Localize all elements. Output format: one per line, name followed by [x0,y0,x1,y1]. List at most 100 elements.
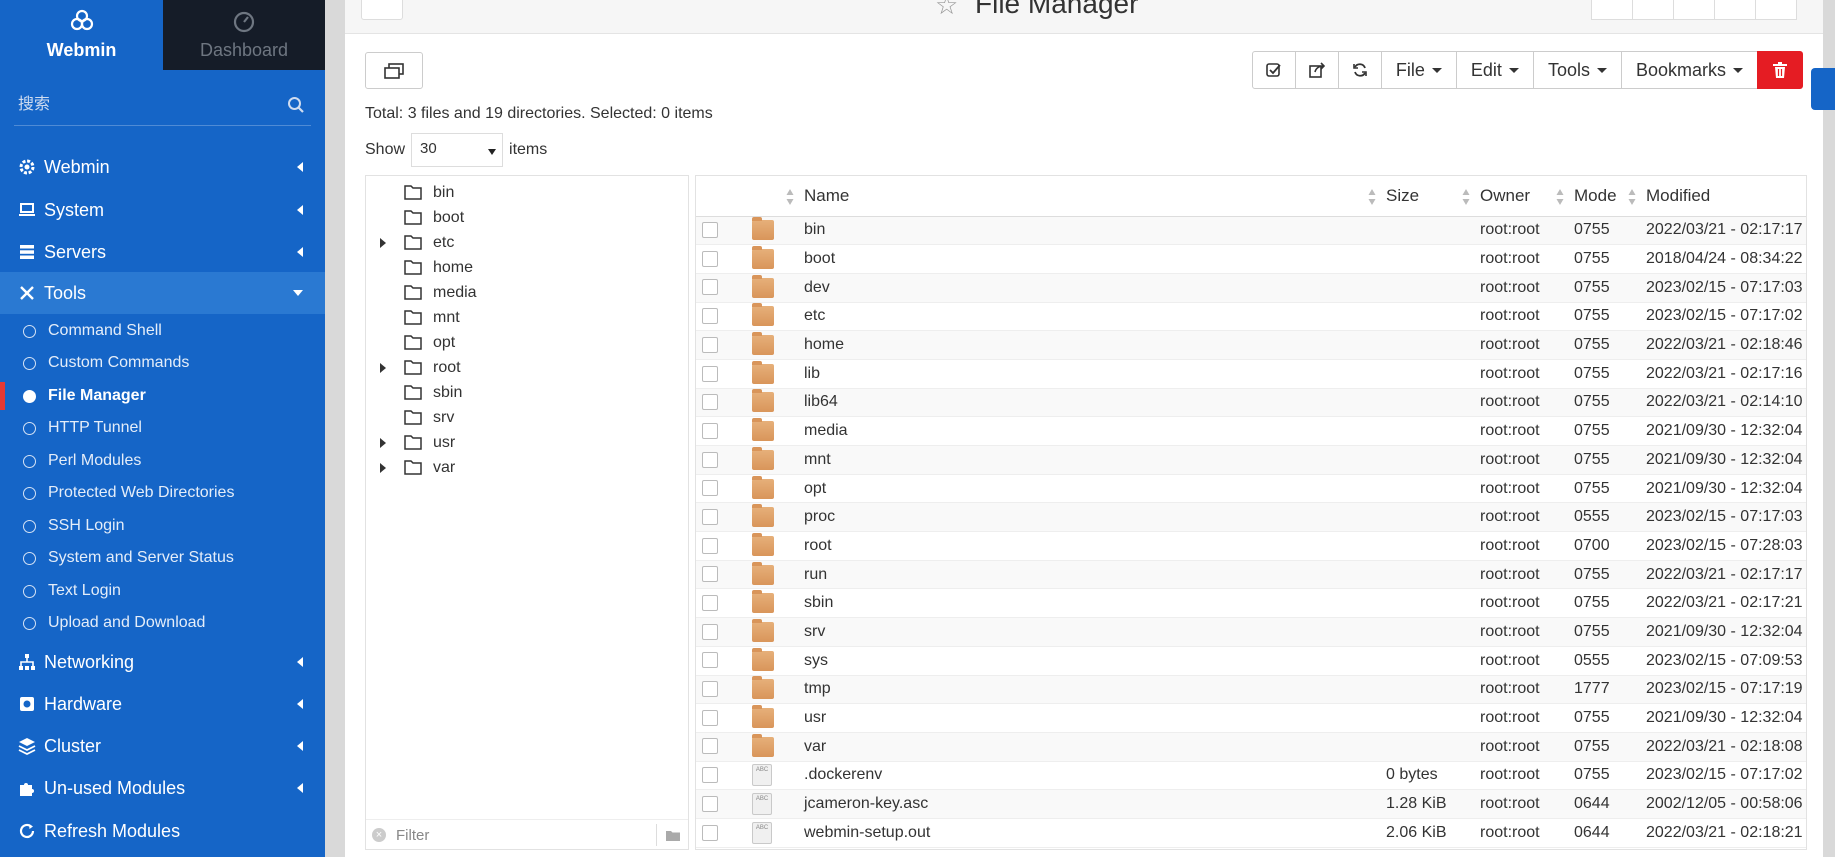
row-checkbox[interactable] [702,795,718,812]
table-row[interactable]: srv root:root 0755 2021/09/30 - 12:32:04 [696,617,1806,647]
row-checkbox[interactable] [702,652,718,669]
submenu-system-server-status[interactable]: System and Server Status [0,542,325,574]
row-checkbox[interactable] [702,250,718,267]
refresh-button[interactable] [1337,51,1382,89]
table-row[interactable]: var root:root 0755 2022/03/21 - 02:18:08 [696,732,1806,762]
submenu-upload-download[interactable]: Upload and Download [0,607,325,639]
bookmarks-menu-button[interactable]: Bookmarks [1620,51,1758,89]
search-input[interactable] [18,88,278,122]
table-row[interactable]: boot root:root 0755 2018/04/24 - 08:34:22 [696,244,1806,274]
table-row[interactable]: dev root:root 0755 2023/02/15 - 07:17:03 [696,273,1806,303]
delete-button[interactable] [1757,51,1803,89]
modified-column-header[interactable]: Modified [1640,176,1806,217]
row-checkbox[interactable] [702,336,718,353]
tree-item[interactable]: sbin [366,379,686,407]
file-name-link[interactable]: root [804,537,832,554]
expand-arrow-icon[interactable] [380,238,386,248]
submenu-command-shell[interactable]: Command Shell [0,315,325,347]
menu-item-system[interactable]: System [0,189,325,231]
file-name-link[interactable]: etc [804,307,825,324]
file-name-link[interactable]: boot [804,250,835,267]
file-name-link[interactable]: opt [804,480,826,497]
tree-item[interactable]: media [366,279,686,307]
menu-item-unused-modules[interactable]: Un-used Modules [0,767,325,809]
tree-item[interactable]: var [366,454,686,482]
menu-item-servers[interactable]: Servers [0,231,325,273]
header-button-1[interactable] [1591,0,1633,20]
owner-column-header[interactable]: Owner [1474,176,1568,217]
submenu-perl-modules[interactable]: Perl Modules [0,445,325,477]
table-row[interactable]: opt root:root 0755 2021/09/30 - 12:32:04 [696,474,1806,504]
row-checkbox[interactable] [702,480,718,497]
row-checkbox[interactable] [702,824,718,841]
edit-menu-button[interactable]: Edit [1455,51,1534,89]
table-row[interactable]: ABC jcameron-key.asc 1.28 KiB root:root 0644… [696,789,1806,819]
tree-item[interactable]: home [366,254,686,282]
row-checkbox[interactable] [702,451,718,468]
file-name-link[interactable]: home [804,336,844,353]
table-row[interactable]: sbin root:root 0755 2022/03/21 - 02:17:21 [696,588,1806,619]
file-name-link[interactable]: run [804,566,827,583]
dashboard-tab[interactable]: Dashboard [163,0,325,70]
tree-item[interactable]: usr [366,429,686,457]
mode-column-header[interactable]: Mode [1568,176,1640,217]
row-checkbox[interactable] [702,623,718,640]
icon-column-header[interactable] [740,176,798,217]
table-row[interactable]: bin root:root 0755 2022/03/21 - 02:17:17 [696,216,1806,246]
share-button[interactable] [1294,51,1339,89]
toggle-tree-button[interactable] [365,52,423,89]
file-name-link[interactable]: sbin [804,594,833,611]
row-checkbox[interactable] [702,595,718,612]
name-column-header[interactable]: Name [798,176,1380,217]
filter-input[interactable] [396,824,636,846]
file-name-link[interactable]: sys [804,652,828,669]
page-size-select[interactable]: 30 [411,133,504,167]
table-row[interactable]: usr root:root 0755 2021/09/30 - 12:32:04 [696,703,1806,733]
tools-menu-button[interactable]: Tools [1532,51,1622,89]
header-button-2[interactable] [1632,0,1674,20]
row-checkbox[interactable] [702,508,718,525]
file-name-link[interactable]: lib [804,365,820,382]
select-all-button[interactable] [1251,51,1296,89]
tree-item[interactable]: boot [366,204,686,232]
row-checkbox[interactable] [702,681,718,698]
table-row[interactable]: ABC .dockerenv 0 bytes root:root 0755 2023/02… [696,761,1806,791]
submenu-http-tunnel[interactable]: HTTP Tunnel [0,412,325,444]
header-button-3[interactable] [1673,0,1715,20]
submenu-text-login[interactable]: Text Login [0,575,325,607]
menu-item-networking[interactable]: Networking [0,641,325,683]
tree-item[interactable]: bin [366,179,686,207]
side-panel-tab[interactable] [1811,68,1835,110]
menu-item-cluster[interactable]: Cluster [0,725,325,767]
table-row[interactable]: lib64 root:root 0755 2022/03/21 - 02:14:10 [696,388,1806,418]
menu-item-webmin[interactable]: Webmin [0,146,325,188]
file-name-link[interactable]: webmin-setup.out [804,824,930,841]
row-checkbox[interactable] [702,738,718,755]
table-row[interactable]: ABC webmin-setup.out 2.06 KiB root:root 0644… [696,818,1806,848]
tree-item[interactable]: opt [366,329,686,357]
table-row[interactable]: home root:root 0755 2022/03/21 - 02:18:46 [696,330,1806,360]
file-name-link[interactable]: dev [804,279,830,296]
file-name-link[interactable]: jcameron-key.asc [804,795,928,812]
menu-item-tools[interactable]: Tools [0,272,325,314]
row-checkbox[interactable] [702,709,718,726]
header-left-button[interactable] [361,0,403,20]
file-name-link[interactable]: usr [804,709,826,726]
file-name-link[interactable]: tmp [804,680,831,697]
row-checkbox[interactable] [702,365,718,382]
folder-filter-button[interactable] [656,824,688,846]
file-name-link[interactable]: lib64 [804,393,838,410]
header-button-4[interactable] [1714,0,1756,20]
file-name-link[interactable]: .dockerenv [804,766,882,783]
file-name-link[interactable]: bin [804,221,825,238]
file-name-link[interactable]: srv [804,623,825,640]
header-button-5[interactable] [1755,0,1797,20]
menu-item-hardware[interactable]: Hardware [0,683,325,725]
table-row[interactable]: lib root:root 0755 2022/03/21 - 02:17:16 [696,359,1806,389]
table-row[interactable]: media root:root 0755 2021/09/30 - 12:32:04 [696,416,1806,446]
row-checkbox[interactable] [702,767,718,784]
search-icon[interactable] [287,96,305,114]
tree-item[interactable]: srv [366,404,686,432]
row-checkbox[interactable] [702,537,718,554]
row-checkbox[interactable] [702,279,718,296]
